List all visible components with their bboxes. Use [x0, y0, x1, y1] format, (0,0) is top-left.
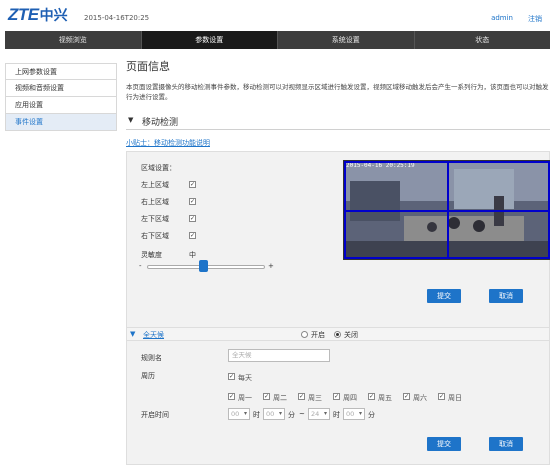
motion-section-header[interactable]: ▼ 移动检测 — [126, 114, 550, 130]
motion-cancel-button[interactable]: 取消 — [489, 289, 523, 303]
schedule-header[interactable]: ▼ 全天候 开启 关闭 — [126, 327, 550, 341]
checkbox-wed[interactable]: ✓ — [298, 393, 305, 400]
section-title: 移动检测 — [142, 118, 179, 128]
checkbox-mon[interactable]: ✓ — [228, 393, 235, 400]
tab-video-browse[interactable]: 视频浏览 — [5, 31, 142, 49]
logout-link[interactable]: 注销 — [528, 14, 542, 24]
schedule-body: 规则名 全天候 周历 ✓ 每天 ✓ 周一 ✓ 周二 ✓ 周三 ✓ 周四 ✓ 周五… — [126, 341, 550, 465]
repeat-label: 周历 — [141, 372, 155, 380]
schedule-collapse-icon[interactable]: ▼ — [130, 330, 135, 338]
sidebar-item-network[interactable]: 上网参数设置 — [5, 63, 117, 80]
tab-system-settings[interactable]: 系统设置 — [278, 31, 415, 49]
schedule-name[interactable]: 全天候 — [143, 330, 164, 340]
slider-thumb[interactable] — [199, 260, 208, 272]
start-min-select[interactable]: 00 — [263, 408, 285, 420]
checkbox-bottom-left[interactable]: ✓ — [189, 215, 196, 222]
sidebar: 上网参数设置 视频和音频设置 应用设置 事件设置 — [5, 63, 117, 131]
radio-off[interactable] — [334, 331, 341, 338]
sidebar-item-event[interactable]: 事件设置 — [5, 114, 117, 131]
schedule-submit-button[interactable]: 提交 — [427, 437, 461, 451]
sensitivity-value: 中 — [189, 251, 196, 259]
everyday-label: 每天 — [238, 374, 252, 382]
region-label-bottom-left: 左下区域 — [141, 215, 169, 223]
header: ZTE 中兴 2015-04-16T20:25 admin 注销 — [0, 0, 550, 30]
grid-left — [344, 161, 346, 259]
day-fri: 周五 — [378, 394, 392, 402]
tip-link[interactable]: 小贴士：移动检测功能说明 — [126, 138, 210, 148]
region-label-top-right: 右上区域 — [141, 198, 169, 206]
grid-vertical — [447, 161, 449, 259]
checkbox-sat[interactable]: ✓ — [403, 393, 410, 400]
camera-preview[interactable]: 2015-04-16 20:25:19 — [343, 160, 550, 260]
user-link[interactable]: admin — [491, 14, 513, 22]
page-title: 页面信息 — [126, 60, 170, 73]
checkbox-sun[interactable]: ✓ — [438, 393, 445, 400]
range-separator: ~ — [299, 410, 305, 418]
checkbox-top-right[interactable]: ✓ — [189, 198, 196, 205]
main-content: 页面信息 本页面设置摄像头的移动检测事件参数，移动检测可以对视频显示区域进行触发… — [126, 58, 550, 465]
slider-plus: + — [268, 262, 274, 270]
checkbox-everyday[interactable]: ✓ — [228, 373, 235, 380]
checkbox-bottom-right[interactable]: ✓ — [189, 232, 196, 239]
day-sat: 周六 — [413, 394, 427, 402]
schedule-cancel-button[interactable]: 取消 — [489, 437, 523, 451]
logo-text-cn: 中兴 — [39, 8, 68, 24]
day-tue: 周二 — [273, 394, 287, 402]
tab-status[interactable]: 状态 — [415, 31, 550, 49]
end-min-unit: 分 — [368, 411, 375, 419]
end-hour-select[interactable]: 24 — [308, 408, 330, 420]
day-thu: 周四 — [343, 394, 357, 402]
logo-text-en: ZTE — [8, 5, 39, 24]
motion-submit-button[interactable]: 提交 — [427, 289, 461, 303]
checkbox-fri[interactable]: ✓ — [368, 393, 375, 400]
sensitivity-label: 灵敏度 — [141, 251, 162, 259]
sidebar-item-video-audio[interactable]: 视频和音频设置 — [5, 80, 117, 97]
checkbox-top-left[interactable]: ✓ — [189, 181, 196, 188]
day-wed: 周三 — [308, 394, 322, 402]
region-label-bottom-right: 右下区域 — [141, 232, 169, 240]
datetime: 2015-04-16T20:25 — [84, 14, 150, 22]
checkbox-tue[interactable]: ✓ — [263, 393, 270, 400]
tab-param-settings[interactable]: 参数设置 — [141, 31, 278, 49]
time-label: 开启时间 — [141, 411, 169, 419]
start-min-unit: 分 — [288, 411, 295, 419]
camera-timestamp: 2015-04-16 20:25:19 — [346, 162, 415, 169]
end-min-select[interactable]: 00 — [343, 408, 365, 420]
start-hour-select[interactable]: 00 — [228, 408, 250, 420]
end-hour-unit: 时 — [333, 411, 340, 419]
radio-off-label: 关闭 — [344, 331, 358, 339]
day-sun: 周日 — [448, 394, 462, 402]
checkbox-thu[interactable]: ✓ — [333, 393, 340, 400]
day-mon: 周一 — [238, 394, 252, 402]
start-hour-unit: 时 — [253, 411, 260, 419]
rule-name-label: 规则名 — [141, 354, 162, 362]
region-label-top-left: 左上区域 — [141, 181, 169, 189]
sidebar-item-app[interactable]: 应用设置 — [5, 97, 117, 114]
zte-logo: ZTE 中兴 — [8, 5, 68, 24]
radio-on-label: 开启 — [311, 331, 325, 339]
main-nav: 视频浏览 参数设置 系统设置 状态 — [5, 31, 550, 49]
collapse-triangle-icon[interactable]: ▼ — [128, 116, 133, 124]
region-label: 区域设置： — [141, 164, 176, 172]
rule-name-input[interactable]: 全天候 — [228, 349, 330, 362]
radio-on[interactable] — [301, 331, 308, 338]
page-description: 本页面设置摄像头的移动检测事件参数，移动检测可以对视频显示区域进行触发设置，视频… — [126, 83, 549, 101]
slider-minus: - — [139, 262, 142, 270]
